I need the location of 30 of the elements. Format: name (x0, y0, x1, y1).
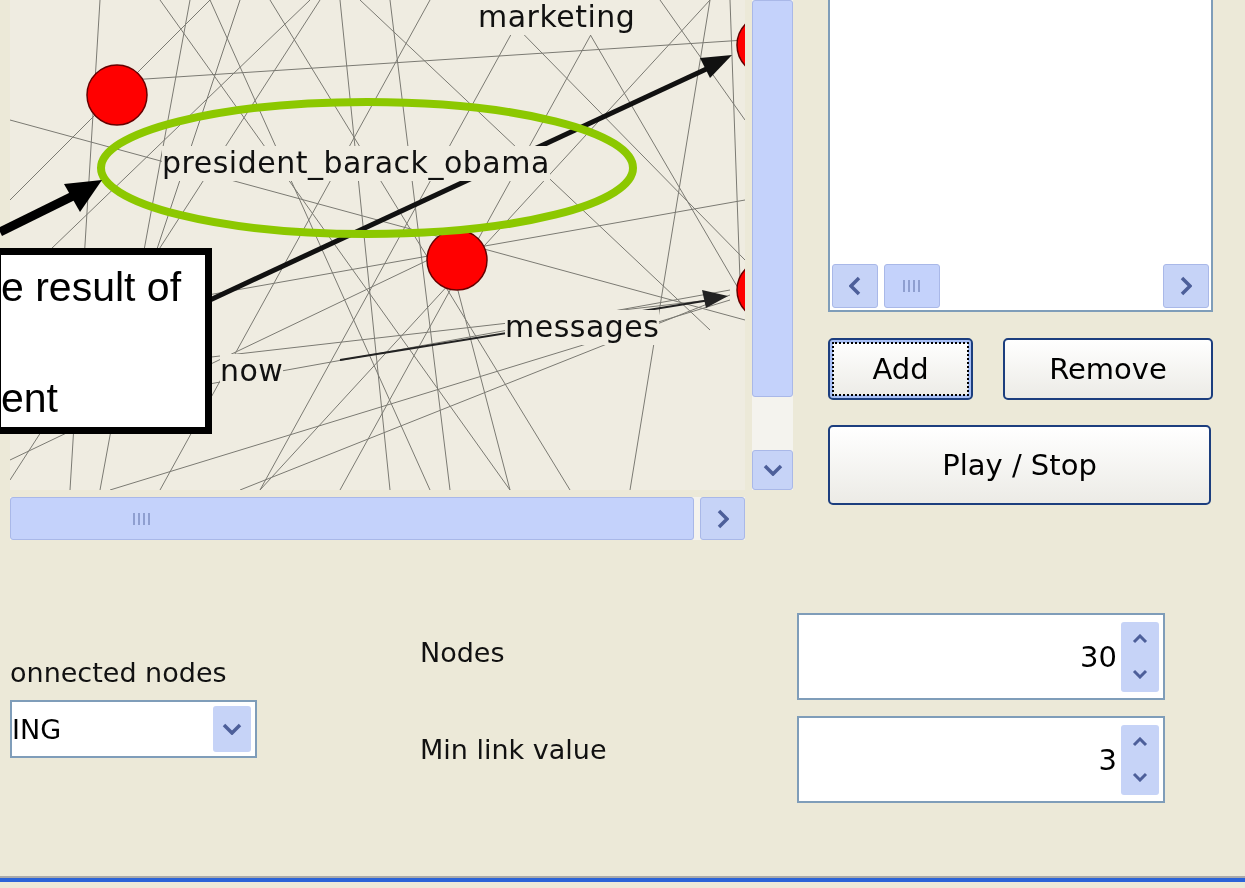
number-spinner[interactable]: 30 (797, 613, 1165, 700)
callout-text: e result of (1, 265, 183, 311)
dropdown-button[interactable] (213, 706, 251, 752)
chevron-down-icon (762, 464, 783, 476)
callout-text: ent (1, 375, 59, 421)
scroll-right-button[interactable] (700, 497, 745, 540)
scroll-right-button[interactable] (1163, 264, 1209, 308)
chevron-right-icon (1180, 276, 1192, 296)
field-label: onnected nodes (10, 657, 228, 688)
play-stop-button[interactable]: Play / Stop (828, 425, 1211, 505)
dropdown[interactable]: ING (10, 700, 257, 758)
node-label: marketing (478, 0, 636, 35)
node-label: messages (505, 310, 660, 345)
number-spinner[interactable]: 3 (797, 716, 1165, 803)
field-label: Nodes (420, 637, 506, 668)
scroll-left-button[interactable] (832, 264, 878, 308)
node-label: president_barack_obama (162, 146, 550, 181)
scroll-thumb[interactable] (884, 264, 940, 308)
chevron-down-icon (222, 723, 242, 735)
scroll-thumb[interactable] (752, 0, 793, 397)
chevron-left-icon (849, 276, 861, 296)
chevron-right-icon (716, 508, 729, 529)
vertical-scrollbar[interactable] (752, 0, 793, 490)
scroll-down-button[interactable] (752, 450, 793, 490)
grip-icon (131, 511, 153, 526)
field-label: Min link value (420, 734, 608, 765)
button[interactable]: Add (828, 338, 973, 400)
node[interactable] (86, 64, 148, 126)
grip-icon (901, 279, 923, 293)
button[interactable]: Remove (1003, 338, 1213, 400)
